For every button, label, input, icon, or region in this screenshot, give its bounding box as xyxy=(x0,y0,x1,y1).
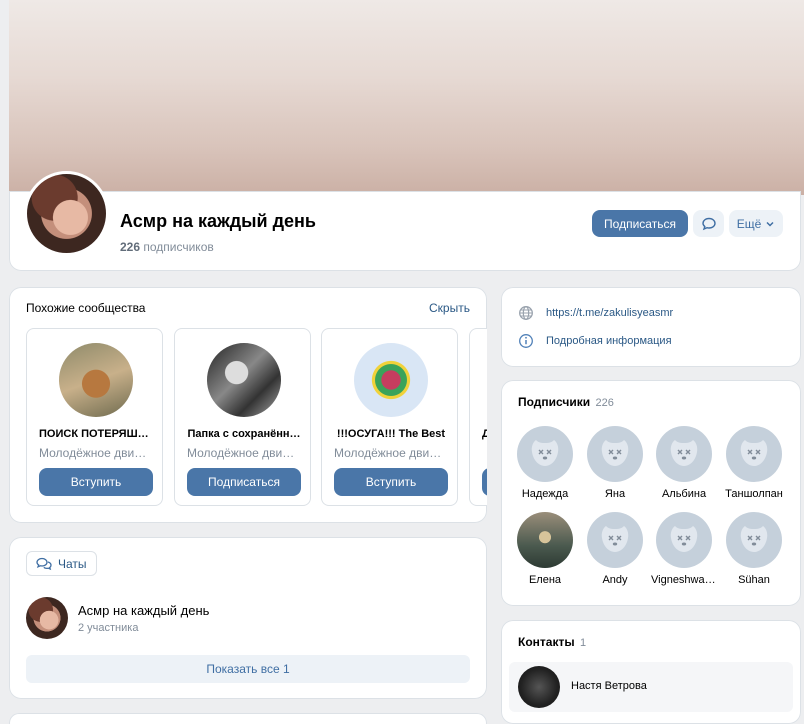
community-desc: Молодёжное движ… xyxy=(334,446,448,460)
follower-name: Andy xyxy=(602,574,628,586)
message-icon xyxy=(701,217,716,230)
details-link-row[interactable]: Подробная информация xyxy=(518,333,672,349)
join-button[interactable]: Вступить xyxy=(39,468,153,496)
links-card: https://t.me/zakulisyeasmr Подробная инф… xyxy=(501,287,801,367)
info-icon xyxy=(519,334,533,348)
similar-item[interactable]: Папка с сохранённ… Молодёжное движ… Подп… xyxy=(174,328,311,506)
follower-item[interactable]: Vigneshwar… xyxy=(651,512,717,586)
avatar xyxy=(726,512,782,568)
follower-item[interactable]: Надежда xyxy=(512,426,578,500)
next-card-stub xyxy=(9,713,487,724)
tab-chats[interactable]: Чаты xyxy=(26,551,97,576)
subscribers-count[interactable]: 226 подписчиков xyxy=(120,240,214,254)
follower-name: Надежда xyxy=(521,488,569,500)
deactivated-dog-icon xyxy=(601,440,629,466)
join-button[interactable] xyxy=(482,468,487,496)
community-avatar xyxy=(207,343,281,417)
community-avatar xyxy=(354,343,428,417)
chats-card: Чаты Асмр на каждый день 2 участника Пок… xyxy=(9,537,487,699)
similar-item[interactable]: Д xyxy=(469,328,487,506)
avatar xyxy=(587,512,643,568)
followers-title[interactable]: Подписчики 226 xyxy=(518,395,614,409)
follower-item[interactable]: Таншолпан xyxy=(721,426,787,500)
follower-item[interactable]: Яна xyxy=(582,426,648,500)
community-desc: Молодёжное движ… xyxy=(187,446,301,460)
follower-item[interactable]: Елена xyxy=(512,512,578,586)
chats-icon xyxy=(36,557,52,570)
page-title: Асмр на каждый день xyxy=(120,211,316,231)
show-all-button[interactable]: Показать все 1 xyxy=(26,655,470,683)
community-avatar xyxy=(59,343,133,417)
subscribe-button[interactable]: Подписаться xyxy=(187,468,301,496)
contacts-card: Контакты 1 Настя Ветрова xyxy=(501,620,801,724)
avatar xyxy=(726,426,782,482)
follower-name: Яна xyxy=(604,488,626,500)
more-button[interactable]: Ещё xyxy=(729,210,783,237)
avatar xyxy=(656,426,712,482)
community-name: Папка с сохранённ… xyxy=(187,428,301,440)
cover-image xyxy=(9,0,804,195)
deactivated-dog-icon xyxy=(670,440,698,466)
follower-name: Таншолпан xyxy=(725,488,783,500)
subscribe-button[interactable]: Подписаться xyxy=(592,210,688,237)
follower-name: Елена xyxy=(528,574,562,586)
contacts-title[interactable]: Контакты 1 xyxy=(518,635,586,649)
follower-name: Vigneshwar… xyxy=(651,574,717,586)
community-name: Д xyxy=(482,428,487,440)
community-desc: Молодёжное движ… xyxy=(39,446,153,460)
chat-avatar[interactable] xyxy=(26,597,68,639)
follower-item[interactable]: Sühan xyxy=(721,512,787,586)
contact-item[interactable]: Настя Ветрова xyxy=(509,662,793,712)
join-button[interactable]: Вступить xyxy=(334,468,448,496)
deactivated-dog-icon xyxy=(601,526,629,552)
message-button[interactable] xyxy=(693,210,724,237)
chat-title[interactable]: Асмр на каждый день xyxy=(78,603,209,618)
similar-item[interactable]: ПОИСК ПОТЕРЯШЕ… Молодёжное движ… Вступит… xyxy=(26,328,163,506)
follower-item[interactable]: Andy xyxy=(582,512,648,586)
contact-name: Настя Ветрова xyxy=(571,680,647,692)
chat-members: 2 участника xyxy=(78,622,139,634)
followers-card: Подписчики 226 Надежда Яна Альбина Таншолпа… xyxy=(501,380,801,606)
similar-title: Похожие сообщества xyxy=(26,301,146,315)
group-avatar[interactable] xyxy=(24,171,109,256)
chevron-down-icon xyxy=(766,221,774,227)
avatar xyxy=(518,666,560,708)
telegram-link-row[interactable]: https://t.me/zakulisyeasmr xyxy=(518,305,673,321)
globe-icon xyxy=(519,306,533,320)
similar-item[interactable]: !!!ОСУГА!!! The Best Молодёжное движ… Вс… xyxy=(321,328,458,506)
deactivated-dog-icon xyxy=(531,440,559,466)
avatar xyxy=(517,426,573,482)
avatar xyxy=(517,512,573,568)
follower-item[interactable]: Альбина xyxy=(651,426,717,500)
follower-name: Альбина xyxy=(661,488,707,500)
follower-name: Sühan xyxy=(738,574,770,586)
avatar xyxy=(587,426,643,482)
hide-link[interactable]: Скрыть xyxy=(429,301,470,315)
similar-communities-card: Похожие сообщества Скрыть ПОИСК ПОТЕРЯШЕ… xyxy=(9,287,487,523)
deactivated-dog-icon xyxy=(670,526,698,552)
avatar xyxy=(656,512,712,568)
community-name: ПОИСК ПОТЕРЯШЕ… xyxy=(39,428,153,440)
community-name: !!!ОСУГА!!! The Best xyxy=(336,428,446,440)
deactivated-dog-icon xyxy=(740,440,768,466)
deactivated-dog-icon xyxy=(740,526,768,552)
